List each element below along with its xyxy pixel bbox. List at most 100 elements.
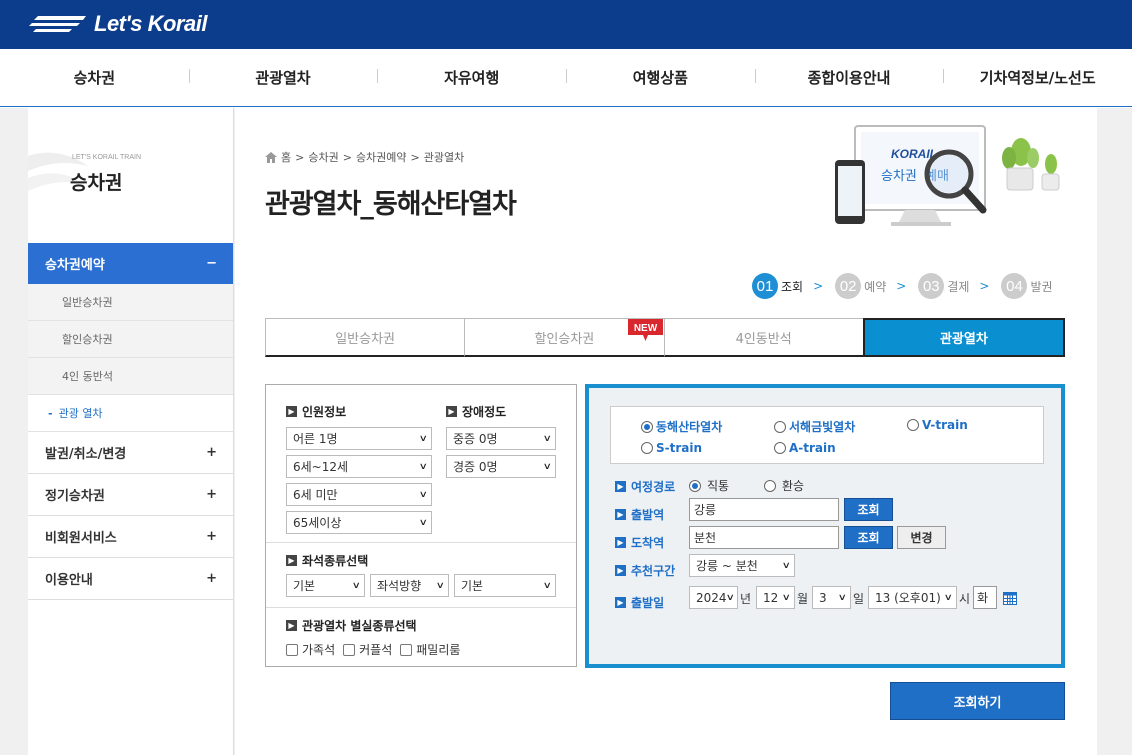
train-selection-box: 동해산타열차 서해금빛열차 V-train S-train A-train (610, 406, 1044, 464)
lnb-item-ticket-reservation[interactable]: 승차권예약 − (28, 243, 233, 284)
year-select[interactable]: 2024 ∨ (689, 586, 738, 609)
radio-button[interactable] (907, 419, 919, 431)
recommended-route-select[interactable]: 강릉 ~ 분천 ∨ (689, 554, 795, 577)
select-value: 중증 0명 (453, 432, 498, 446)
arrow-bullet-icon: ▶ (615, 481, 626, 492)
lnb-item-label: 비회원서비스 (45, 531, 117, 546)
expand-icon: + (206, 487, 217, 502)
train-radio-donghae-santa[interactable]: 동해산타열차 (641, 418, 722, 435)
seat-direction-select[interactable]: 좌석방향 ∨ (370, 574, 449, 597)
day-unit: 일 (853, 592, 865, 606)
radio-label: 서해금빛열차 (789, 420, 856, 434)
severe-disability-select[interactable]: 중증 0명 ∨ (446, 427, 556, 450)
gnb-item-tickets[interactable]: 승차권 (0, 67, 189, 88)
arrow-bullet-icon: ▶ (286, 406, 297, 417)
couple-seat-checkbox[interactable]: 커플석 (343, 641, 392, 658)
mild-disability-select[interactable]: 경증 0명 ∨ (446, 455, 556, 478)
lnb-sub-tourist-train[interactable]: - 관광 열차 (28, 395, 233, 432)
calendar-icon[interactable] (1003, 591, 1017, 605)
passenger-options-panel: ▶ 인원정보 ▶ 장애정도 어른 1명 ∨ 중증 0명 ∨ 6세~12세 ∨ 경증 0… (265, 384, 577, 667)
tab-general-ticket[interactable]: 일반승차권 (265, 318, 465, 357)
breadcrumb-tickets[interactable]: 승차권 (308, 149, 338, 165)
route-direct-radio[interactable]: 직통 (689, 477, 729, 494)
arrow-bullet-icon: ▶ (615, 537, 626, 548)
chevron-down-icon: ∨ (419, 489, 429, 500)
gnb-item-tourist-train[interactable]: 관광열차 (188, 67, 378, 88)
tab-four-seat[interactable]: 4인동반석 (663, 318, 863, 357)
radio-label: A-train (789, 441, 836, 455)
lnb-item-issue-cancel[interactable]: 발권/취소/변경 + (28, 432, 233, 474)
radio-button[interactable] (641, 420, 653, 433)
gnb-item-travel-products[interactable]: 여행상품 (566, 67, 755, 88)
train-radio-a-train[interactable]: A-train (774, 441, 836, 455)
arrival-station-input[interactable]: 분천 (689, 526, 839, 549)
adult-count-select[interactable]: 어른 1명 ∨ (286, 427, 432, 450)
radio-button[interactable] (774, 442, 786, 454)
checkbox-box[interactable] (343, 643, 356, 656)
lnb-item-guest-service[interactable]: 비회원서비스 + (28, 516, 233, 558)
lnb-item-usage-info[interactable]: 이용안내 + (28, 558, 233, 600)
select-value: 6세 미만 (293, 488, 338, 502)
korail-logo[interactable]: Let's Korail (28, 9, 207, 39)
breadcrumb-reservation[interactable]: 승차권예약 (356, 149, 407, 165)
step-label: 조회 (781, 279, 804, 294)
chevron-down-icon: ∨ (944, 592, 954, 603)
select-value: 어른 1명 (293, 432, 338, 446)
lnb-sub-general-ticket[interactable]: 일반승차권 (28, 284, 233, 321)
tab-discount-ticket[interactable]: 할인승차권 NEW (464, 318, 664, 357)
hour-select[interactable]: 13 (오후01) ∨ (868, 586, 957, 609)
search-panel: 동해산타열차 서해금빛열차 V-train S-train A-train ▶ 여… (585, 384, 1065, 668)
arrival-lookup-button[interactable]: 조회 (844, 526, 893, 549)
lnb-sub-discount-ticket[interactable]: 할인승차권 (28, 321, 233, 358)
step-number: 03 (918, 273, 945, 299)
radio-button[interactable] (641, 442, 653, 454)
breadcrumb-home[interactable]: 홈 (281, 149, 291, 165)
gnb-item-free-travel[interactable]: 자유여행 (377, 67, 566, 88)
train-radio-seohae-geumbit[interactable]: 서해금빛열차 (774, 418, 855, 435)
tab-tourist-train[interactable]: 관광열차 (862, 318, 1065, 357)
swap-stations-button[interactable]: 변경 (897, 526, 946, 549)
day-select[interactable]: 3 ∨ (812, 586, 851, 609)
departure-lookup-button[interactable]: 조회 (844, 498, 893, 521)
family-room-checkbox[interactable]: 패밀리룸 (400, 641, 460, 658)
radio-button[interactable] (774, 420, 786, 433)
train-radio-v-train[interactable]: V-train (907, 418, 968, 432)
radio-button[interactable] (764, 479, 776, 492)
svg-text:NEW: NEW (634, 323, 658, 334)
search-submit-button[interactable]: 조회하기 (890, 682, 1065, 720)
arrow-bullet-icon: ▶ (615, 565, 626, 576)
senior-count-select[interactable]: 65세이상 ∨ (286, 511, 432, 534)
home-icon[interactable] (265, 151, 277, 163)
checkbox-box[interactable] (286, 643, 298, 656)
seat-heading: ▶ 좌석종류선택 (286, 552, 368, 569)
lnb-item-label: 발권/취소/변경 (45, 447, 127, 462)
hour-unit: 시 (959, 592, 971, 606)
seat-position-select[interactable]: 기본 ∨ (454, 574, 556, 597)
chevron-down-icon: ∨ (352, 580, 362, 591)
main-content: 홈 > 승차권 > 승차권예약 > 관광열차 관광열차_동해산타열차 KORAI… (235, 108, 1097, 755)
train-radio-s-train[interactable]: S-train (641, 441, 702, 455)
month-select[interactable]: 12 ∨ (756, 586, 795, 609)
infant-count-select[interactable]: 6세 미만 ∨ (286, 483, 432, 506)
gnb-item-usage-guide[interactable]: 종합이용안내 (754, 67, 944, 88)
lnb-item-label: 정기승차권 (45, 489, 105, 504)
checkbox-box[interactable] (400, 643, 413, 656)
month-unit: 월 (797, 592, 809, 606)
lnb-item-season-ticket[interactable]: 정기승차권 + (28, 474, 233, 516)
chevron-down-icon: ∨ (782, 560, 792, 571)
step-reserve: 02 예약 > (835, 273, 906, 299)
breadcrumb-separator: > (410, 150, 420, 164)
family-seat-checkbox[interactable]: 가족석 (286, 641, 335, 658)
lnb-item-label: 승차권예약 (45, 258, 105, 273)
lnb-sub-four-seat[interactable]: 4인 동반석 (28, 358, 233, 395)
child-count-select[interactable]: 6세~12세 ∨ (286, 455, 432, 478)
seat-type-select[interactable]: 기본 ∨ (286, 574, 365, 597)
gnb-item-station-info[interactable]: 기차역정보/노선도 (943, 67, 1132, 88)
route-transfer-radio[interactable]: 환승 (764, 477, 804, 494)
checkbox-label: 커플석 (359, 643, 393, 657)
section-title: 인원정보 (302, 405, 347, 419)
step-label: 발권 (1030, 279, 1053, 294)
radio-button[interactable] (689, 479, 701, 492)
departure-station-input[interactable]: 강릉 (689, 498, 839, 521)
select-value: 6세~12세 (293, 460, 349, 474)
